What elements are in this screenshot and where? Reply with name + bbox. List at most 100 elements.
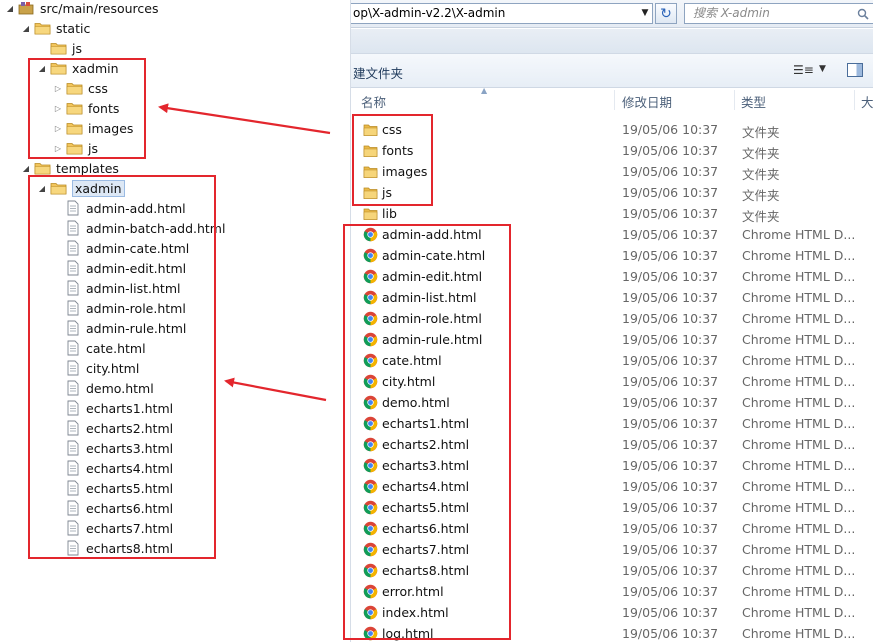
tree-item[interactable]: echarts1.html (64, 398, 173, 418)
tree-item[interactable]: demo.html (64, 378, 154, 398)
file-name: error.html (382, 584, 444, 599)
file-row[interactable]: echarts5.html 19/05/06 10:37 Chrome HTML D… (351, 497, 873, 518)
tree-item[interactable]: admin-edit.html (64, 258, 186, 278)
column-divider[interactable] (854, 90, 855, 110)
column-size[interactable]: 大 (861, 92, 873, 111)
file-row[interactable]: echarts8.html 19/05/06 10:37 Chrome HTML D… (351, 560, 873, 581)
column-modified[interactable]: 修改日期 (622, 92, 672, 111)
chrome-icon (363, 311, 378, 326)
tree-item[interactable]: echarts5.html (64, 478, 173, 498)
tree-item[interactable]: admin-add.html (64, 198, 186, 218)
file-row[interactable]: cate.html 19/05/06 10:37 Chrome HTML D... (351, 350, 873, 371)
file-explorer-window: op\X-admin-v2.2\X-admin ▼ ↻ 搜索 X-admin 建… (350, 0, 873, 642)
view-options-icon[interactable]: ☰≡ (793, 63, 814, 77)
expand-arrow-icon[interactable]: ▷ (52, 82, 64, 94)
file-row[interactable]: echarts7.html 19/05/06 10:37 Chrome HTML D… (351, 539, 873, 560)
folder-icon (363, 122, 378, 137)
expand-arrow-icon[interactable]: ▷ (52, 142, 64, 154)
column-type[interactable]: 类型 (741, 92, 766, 111)
folder-icon (363, 206, 378, 221)
file-icon (64, 320, 86, 336)
tree-item[interactable]: ◢ templates (20, 158, 119, 178)
file-row[interactable]: admin-cate.html 19/05/06 10:37 Chrome HTML… (351, 245, 873, 266)
expand-arrow-icon[interactable]: ▷ (52, 102, 64, 114)
collapse-arrow-icon[interactable]: ◢ (36, 182, 48, 194)
file-type: Chrome HTML D... (742, 626, 856, 641)
file-modified-date: 19/05/06 10:37 (622, 290, 719, 305)
refresh-icon[interactable]: ↻ (655, 3, 677, 24)
tree-item[interactable]: city.html (64, 358, 139, 378)
tree-item[interactable]: echarts6.html (64, 498, 173, 518)
file-icon (64, 420, 86, 436)
tree-item[interactable]: admin-role.html (64, 298, 186, 318)
file-name: echarts8.html (382, 563, 470, 578)
tree-item[interactable]: ▷ fonts (52, 98, 119, 118)
tree-item[interactable]: ◢ xadmin (36, 178, 125, 198)
column-divider[interactable] (734, 90, 735, 110)
file-row[interactable]: echarts4.html 19/05/06 10:37 Chrome HTML D… (351, 476, 873, 497)
file-row[interactable]: js 19/05/06 10:37 文件夹 (351, 182, 873, 203)
tree-item[interactable]: echarts3.html (64, 438, 173, 458)
chrome-icon (363, 479, 378, 494)
project-explorer-tree: ◢ src/main/resources ◢ static js ◢ xadmin ▷ css ▷… (0, 0, 350, 642)
file-type: Chrome HTML D... (742, 332, 856, 347)
file-row[interactable]: lib 19/05/06 10:37 文件夹 (351, 203, 873, 224)
file-modified-date: 19/05/06 10:37 (622, 248, 719, 263)
file-row[interactable]: echarts6.html 19/05/06 10:37 Chrome HTML D… (351, 518, 873, 539)
file-row[interactable]: echarts2.html 19/05/06 10:37 Chrome HTML D… (351, 434, 873, 455)
file-row[interactable]: city.html 19/05/06 10:37 Chrome HTML D... (351, 371, 873, 392)
tree-item[interactable]: js (36, 38, 82, 58)
chrome-icon (363, 563, 378, 578)
new-folder-button[interactable]: 建文件夹 (353, 63, 403, 82)
file-row[interactable]: css 19/05/06 10:37 文件夹 (351, 119, 873, 140)
file-row[interactable]: error.html 19/05/06 10:37 Chrome HTML D... (351, 581, 873, 602)
file-row[interactable]: echarts1.html 19/05/06 10:37 Chrome HTML D… (351, 413, 873, 434)
file-type: Chrome HTML D... (742, 395, 856, 410)
tree-item[interactable]: ◢ src/main/resources (4, 0, 159, 18)
file-row[interactable]: log.html 19/05/06 10:37 Chrome HTML D... (351, 623, 873, 642)
file-row[interactable]: admin-rule.html 19/05/06 10:37 Chrome HTML… (351, 329, 873, 350)
tree-item[interactable]: echarts7.html (64, 518, 173, 538)
file-row[interactable]: admin-role.html 19/05/06 10:37 Chrome HTML… (351, 308, 873, 329)
file-row[interactable]: demo.html 19/05/06 10:37 Chrome HTML D... (351, 392, 873, 413)
file-icon (64, 200, 86, 216)
file-icon (64, 280, 86, 296)
tree-item[interactable]: cate.html (64, 338, 146, 358)
collapse-arrow-icon[interactable]: ◢ (36, 62, 48, 74)
tree-item[interactable]: ◢ xadmin (36, 58, 119, 78)
search-icon[interactable] (857, 8, 869, 20)
file-row[interactable]: admin-add.html 19/05/06 10:37 Chrome HTML … (351, 224, 873, 245)
tree-item[interactable]: admin-list.html (64, 278, 180, 298)
tree-item[interactable]: admin-rule.html (64, 318, 186, 338)
tree-item[interactable]: ◢ static (20, 18, 90, 38)
file-row[interactable]: index.html 19/05/06 10:37 Chrome HTML D... (351, 602, 873, 623)
file-type: Chrome HTML D... (742, 584, 856, 599)
file-row[interactable]: echarts3.html 19/05/06 10:37 Chrome HTML D… (351, 455, 873, 476)
file-name: echarts3.html (382, 458, 470, 473)
tree-item[interactable]: echarts2.html (64, 418, 173, 438)
file-row[interactable]: fonts 19/05/06 10:37 文件夹 (351, 140, 873, 161)
tree-item[interactable]: admin-batch-add.html (64, 218, 225, 238)
preview-pane-icon[interactable] (847, 63, 863, 77)
file-row[interactable]: admin-list.html 19/05/06 10:37 Chrome HTML… (351, 287, 873, 308)
tree-item[interactable]: echarts8.html (64, 538, 173, 558)
column-name[interactable]: 名称 (361, 92, 386, 111)
address-dropdown-icon[interactable]: ▼ (639, 4, 651, 23)
tree-item[interactable]: echarts4.html (64, 458, 173, 478)
address-field[interactable]: op\X-admin-v2.2\X-admin (351, 3, 653, 24)
chevron-down-icon[interactable]: ▼ (819, 64, 826, 74)
collapse-arrow-icon[interactable]: ◢ (4, 2, 16, 14)
search-input[interactable]: 搜索 X-admin (684, 3, 873, 24)
collapse-arrow-icon[interactable]: ◢ (20, 162, 32, 174)
file-row[interactable]: images 19/05/06 10:37 文件夹 (351, 161, 873, 182)
file-row[interactable]: admin-edit.html 19/05/06 10:37 Chrome HTML… (351, 266, 873, 287)
collapse-arrow-icon[interactable]: ◢ (20, 22, 32, 34)
column-divider[interactable] (614, 90, 615, 110)
tree-item[interactable]: ▷ js (52, 138, 98, 158)
tree-item[interactable]: ▷ css (52, 78, 108, 98)
folder-icon (50, 40, 72, 56)
file-name: log.html (382, 626, 434, 641)
expand-arrow-icon[interactable]: ▷ (52, 122, 64, 134)
tree-item[interactable]: ▷ images (52, 118, 134, 138)
tree-item[interactable]: admin-cate.html (64, 238, 189, 258)
